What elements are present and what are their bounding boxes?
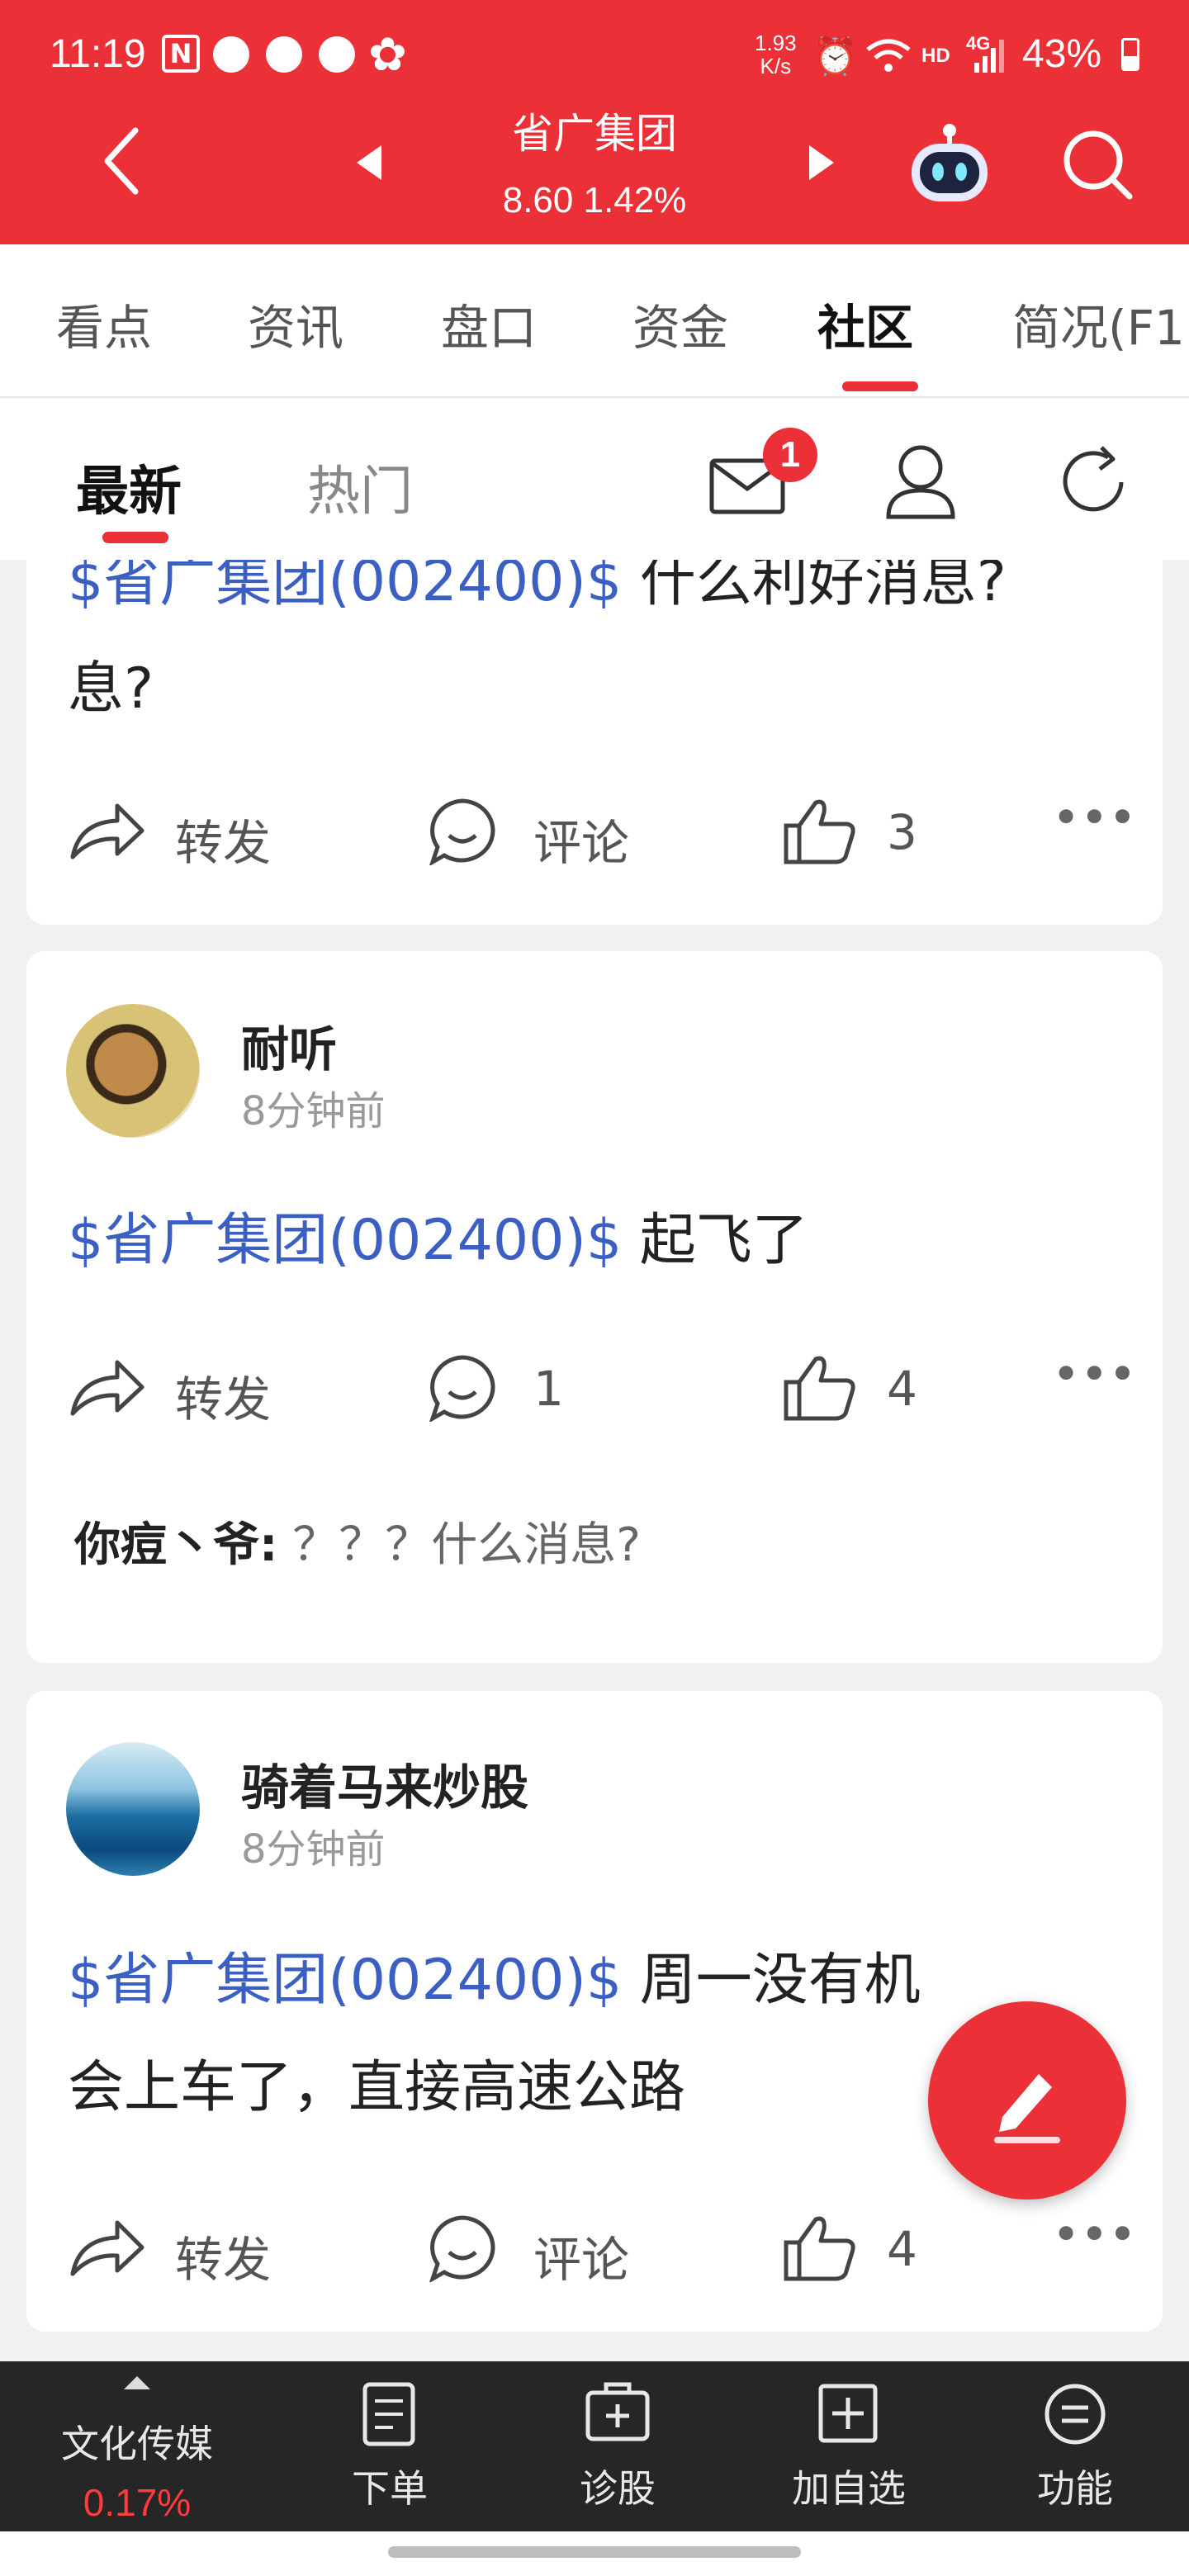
previous-stock-icon[interactable] — [352, 142, 385, 183]
like-count: 3 — [887, 804, 917, 860]
comment-text: ？？？什么消息? — [277, 1518, 641, 1572]
repost-icon[interactable] — [66, 1354, 149, 1420]
back-arrow-icon[interactable] — [96, 124, 145, 198]
stock-price-change: 8.60 1.42% — [502, 180, 687, 220]
network-speed-unit: K/s — [760, 54, 792, 78]
nfc-icon: N — [162, 35, 200, 73]
like-thumb-icon[interactable] — [779, 1351, 859, 1423]
sector-change: 0.17% — [83, 2481, 192, 2524]
repost-icon[interactable] — [66, 798, 149, 864]
username[interactable]: 耐听 — [241, 1011, 337, 1080]
comment-preview[interactable]: 你痘丶爷: ？？？什么消息? — [74, 1508, 641, 1574]
status-time: 11:19 — [50, 32, 146, 76]
like-thumb-icon[interactable] — [779, 2211, 859, 2284]
more-icon[interactable]: ••• — [1052, 1346, 1137, 1402]
stock-header: 11:19 N ✿ 1.93 K/s ⏰ HD 4G 43% 省广集团 8.60… — [0, 0, 1189, 244]
compose-post-button[interactable] — [928, 2001, 1126, 2200]
tab-order-book[interactable]: 盘口 — [441, 289, 537, 358]
tab-news[interactable]: 资讯 — [248, 289, 343, 358]
bottom-nav-add-watchlist[interactable]: 加自选 — [766, 2459, 931, 2513]
tab-community[interactable]: 社区 — [817, 289, 913, 358]
post-time: 8分钟前 — [241, 1088, 386, 1134]
repost-label[interactable]: 转发 — [175, 1361, 271, 1430]
flower-icon: ✿ — [368, 28, 407, 82]
bottom-nav-functions[interactable]: 功能 — [992, 2459, 1158, 2513]
order-document-icon[interactable] — [360, 2381, 418, 2447]
add-watchlist-icon[interactable] — [816, 2381, 882, 2447]
comment-label[interactable]: 评论 — [533, 804, 629, 874]
sector-name[interactable]: 文化传媒 — [54, 2414, 220, 2469]
latest-tab-indicator — [102, 532, 168, 543]
community-subnav: 最新 热门 1 — [0, 398, 1189, 560]
stock-ticker-link[interactable]: $省广集团(002400)$ — [68, 1208, 622, 1273]
search-icon[interactable] — [1060, 127, 1135, 201]
robot-assistant-icon[interactable] — [907, 122, 992, 205]
post-content-line: 息? — [68, 656, 154, 722]
stock-tabs: 看点 资讯 盘口 资金 社区 简况(F1 — [0, 244, 1189, 398]
like-thumb-icon[interactable] — [779, 794, 859, 867]
more-icon[interactable]: ••• — [1052, 2206, 1137, 2262]
comment-icon[interactable] — [426, 1352, 500, 1422]
battery-percent: 43% — [1022, 32, 1102, 76]
repost-label[interactable]: 转发 — [175, 2221, 271, 2290]
avatar[interactable] — [66, 1742, 200, 1876]
hd-icon: HD — [921, 45, 950, 67]
refresh-icon[interactable] — [1054, 441, 1136, 523]
like-count: 4 — [887, 2221, 917, 2277]
home-indicator[interactable] — [388, 2546, 801, 2558]
post-card[interactable]: 耐听 8分钟前 $省广集团(002400)$ 起飞了 转发 1 4 ••• 你痘… — [26, 951, 1163, 1663]
app-notification-icon — [213, 36, 249, 73]
comment-icon[interactable] — [426, 2213, 500, 2282]
tab-capital-flow[interactable]: 资金 — [632, 289, 728, 358]
tab-latest[interactable]: 最新 — [76, 449, 182, 525]
like-count: 4 — [887, 1361, 917, 1417]
functions-menu-icon[interactable] — [1042, 2381, 1108, 2447]
tab-highlights[interactable]: 看点 — [56, 289, 152, 358]
comment-label[interactable]: 评论 — [533, 2221, 629, 2290]
tab-hot[interactable]: 热门 — [307, 449, 413, 525]
more-icon[interactable]: ••• — [1052, 789, 1137, 845]
post-content: $省广集团(002400)$ 起飞了 — [68, 1187, 1125, 1295]
diagnose-stock-icon[interactable] — [583, 2378, 652, 2447]
signal-icon — [974, 40, 1004, 73]
alarm-icon: ⏰ — [812, 36, 858, 78]
repost-label[interactable]: 转发 — [175, 804, 271, 874]
avatar[interactable] — [66, 1004, 200, 1138]
stock-ticker-link[interactable]: $省广集团(002400)$ — [68, 1948, 622, 2013]
stock-name: 省广集团 — [512, 110, 677, 158]
post-content: $省广集团(002400)$ 周一没有机 — [68, 1927, 1125, 2034]
app-notification-icon — [266, 36, 302, 73]
post-card[interactable]: $省广集团(002400)$ 什么利好消息? 息? 转发 评论 3 ••• — [26, 495, 1163, 925]
system-nav-area — [0, 2531, 1189, 2576]
network-speed-value: 1.93 — [755, 31, 797, 55]
tab-profile[interactable]: 简况(F1 — [1012, 289, 1185, 358]
post-body: 周一没有机 — [622, 1948, 921, 2013]
comment-author[interactable]: 你痘丶爷: — [74, 1518, 277, 1572]
post-body: 起飞了 — [622, 1208, 808, 1273]
edit-pencil-icon — [994, 2074, 1060, 2143]
wifi-icon — [866, 39, 911, 72]
user-profile-icon[interactable] — [883, 439, 958, 522]
network-speed: 1.93 K/s — [755, 31, 797, 78]
post-time: 8分钟前 — [241, 1826, 386, 1873]
comment-icon[interactable] — [426, 796, 500, 865]
bottom-nav-diagnose[interactable]: 诊股 — [535, 2459, 700, 2513]
repost-icon[interactable] — [66, 2214, 149, 2280]
bottom-nav-order[interactable]: 下单 — [307, 2459, 472, 2513]
mail-badge: 1 — [763, 428, 817, 482]
expand-up-icon[interactable] — [122, 2373, 152, 2391]
battery-icon — [1121, 38, 1139, 71]
active-tab-indicator — [842, 381, 918, 391]
next-stock-icon[interactable] — [806, 142, 839, 183]
username[interactable]: 骑着马来炒股 — [241, 1749, 528, 1818]
app-notification-icon — [319, 36, 355, 73]
bottom-toolbar: 文化传媒 0.17% 下单 诊股 加自选 功能 — [0, 2361, 1189, 2531]
comment-count[interactable]: 1 — [533, 1361, 564, 1417]
